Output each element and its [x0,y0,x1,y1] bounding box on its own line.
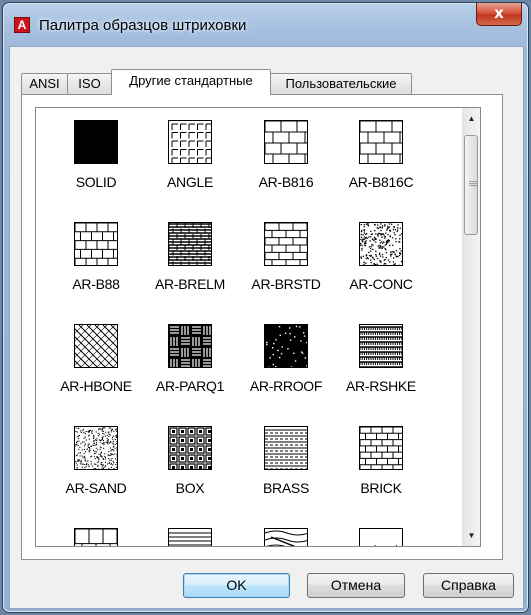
pattern-label: AR-BRSTD [251,276,321,292]
window-title: Палитра образцов штриховки [39,17,247,34]
partial-brick-icon [74,528,118,546]
brass-icon [264,426,308,470]
tab-iso[interactable]: ISO [67,73,112,94]
pattern-cell[interactable]: AR-HBONE [54,324,140,410]
pattern-cell[interactable]: BRICK [339,426,425,512]
solid-fill-icon [74,120,118,164]
brick-large-icon [359,120,403,164]
pattern-cell[interactable]: AR-BRELM [148,222,234,308]
hatch-palette-dialog: A Палитра образцов штриховки x ANSI ISO … [2,2,529,613]
tab-custom[interactable]: Пользовательские [270,73,412,94]
tab-other-predefined[interactable]: Другие стандартные [111,69,271,95]
cancel-button[interactable]: Отмена [307,573,405,598]
pattern-label: SOLID [75,174,117,190]
pattern-label: ANGLE [167,174,213,190]
brick-small-icon [74,222,118,266]
pattern-label: AR-B88 [72,276,120,292]
close-button[interactable]: x [476,3,522,26]
ok-button[interactable]: OK [183,573,290,598]
roof-dots-icon [264,324,308,368]
pattern-label: AR-B816C [348,174,414,190]
concrete-dots-icon [359,222,403,266]
brick-large-icon [264,120,308,164]
pattern-grid[interactable]: + . + BRICK BRASS BOX AR-SAND AR-RSHKE AR-RROO… [35,107,481,547]
tab-ansi[interactable]: ANSI [21,73,68,94]
scroll-thumb[interactable]: — — — [464,135,478,235]
pattern-label: AR-CONC [349,276,413,292]
pattern-cell[interactable]: AR-BRSTD [244,222,330,308]
brick-dense-icon [168,222,212,266]
pattern-cell[interactable]: SOLID [54,120,140,206]
scroll-down-arrow-icon[interactable]: ▼ [463,527,480,544]
pattern-cell[interactable]: + . + [339,528,425,547]
pattern-label: AR-SAND [65,480,127,496]
pattern-cell[interactable]: AR-RROOF [244,324,330,410]
partial-wave-icon [264,528,308,546]
pattern-cell[interactable]: BOX [148,426,234,512]
pattern-label: AR-HBONE [60,378,132,394]
pattern-cell[interactable] [148,528,234,546]
pattern-cell[interactable]: ANGLE [148,120,234,206]
pattern-label: AR-RROOF [249,378,323,394]
sand-dots-icon [74,426,118,470]
pattern-cell[interactable]: BRASS [244,426,330,512]
partial-dots-icon: + . + [359,528,403,547]
autocad-app-icon: A [14,17,30,33]
help-button[interactable]: Справка [423,573,514,598]
pattern-label: BRICK [360,480,402,496]
tab-panel: + . + BRICK BRASS BOX AR-SAND AR-RSHKE AR-RROO… [21,94,503,560]
scroll-up-arrow-icon[interactable]: ▲ [463,110,480,127]
herringbone-icon [74,324,118,368]
title-bar[interactable]: A Палитра образцов штриховки x [3,3,528,43]
pattern-cell[interactable]: AR-PARQ1 [148,324,234,410]
dialog-body: ANSI ISO Другие стандартные Пользователь… [9,46,524,609]
pattern-label: BOX [175,480,205,496]
scroll-grip-icon: — — — [469,177,477,190]
shake-icon [359,324,403,368]
pattern-label: BRASS [263,480,309,496]
pattern-cell[interactable]: AR-B88 [54,222,140,308]
pattern-label: AR-PARQ1 [155,378,225,394]
vertical-scrollbar[interactable]: ▲ — — — ▼ [462,108,480,546]
angle-grid-icon [168,120,212,164]
parquet-icon [168,324,212,368]
pattern-cell[interactable]: AR-SAND [54,426,140,512]
pattern-cell[interactable]: AR-RSHKE [339,324,425,410]
pattern-cell[interactable]: AR-CONC [339,222,425,308]
partial-lines-icon [168,528,212,546]
pattern-label: AR-B816 [258,174,314,190]
pattern-cell[interactable]: AR-B816 [244,120,330,206]
box-icon [168,426,212,470]
brick-icon [359,426,403,470]
pattern-label: AR-RSHKE [346,378,416,394]
svg-text:+ . +: + . + [370,542,402,547]
pattern-label: AR-BRELM [155,276,225,292]
pattern-cell[interactable] [244,528,330,546]
pattern-cell[interactable] [54,528,140,546]
pattern-cell[interactable]: AR-B816C [339,120,425,206]
brick-standard-icon [264,222,308,266]
